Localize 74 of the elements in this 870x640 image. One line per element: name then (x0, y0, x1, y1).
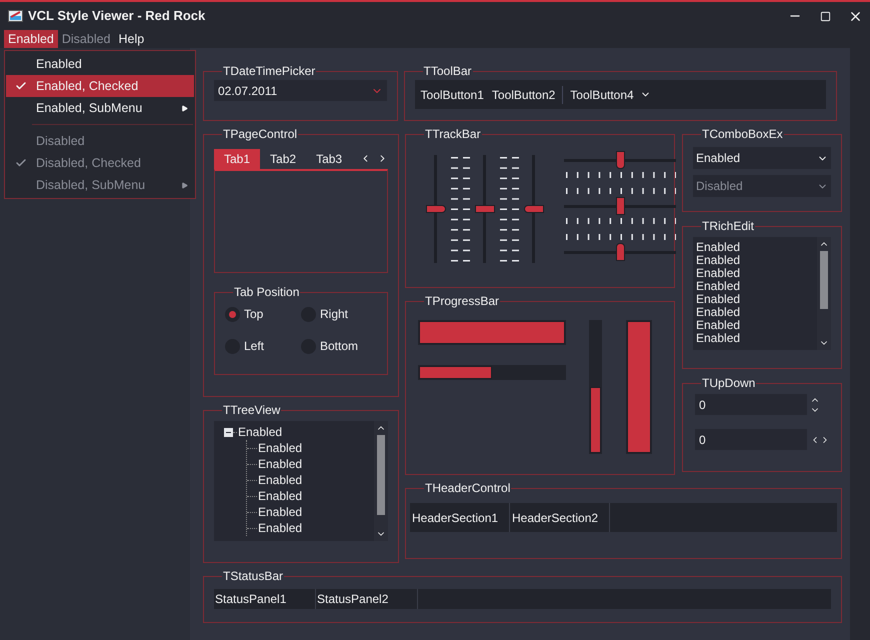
radio-button[interactable]: Left (225, 337, 301, 355)
tree-item[interactable]: Enabled (257, 503, 302, 521)
submenu-arrow-icon (181, 182, 188, 188)
text-line: Enabled (696, 306, 742, 319)
group-title: TTrackBar (424, 127, 482, 141)
check-icon (15, 80, 27, 92)
group-title: Tab Position (233, 285, 300, 299)
text-line: Enabled (696, 293, 742, 306)
group-title: TProgressBar (424, 294, 500, 308)
app-icon (8, 10, 23, 22)
tree-item[interactable]: Enabled (237, 423, 282, 441)
collapse-icon[interactable] (224, 428, 233, 436)
group-title: TUpDown (701, 376, 756, 390)
slider-thumb[interactable] (524, 205, 544, 213)
check-icon (15, 157, 27, 169)
menu-bar-item[interactable]: Help (114, 30, 148, 48)
tree-item[interactable]: Enabled (257, 455, 302, 473)
tab[interactable]: Tab1 (214, 149, 260, 169)
date-value: 02.07.2011 (218, 82, 278, 100)
vertical-slider[interactable] (475, 155, 495, 263)
group-title: TComboBoxEx (701, 127, 784, 141)
group-title: TRichEdit (701, 219, 756, 233)
tree-item[interactable]: Enabled (257, 487, 302, 505)
text-line: Enabled (696, 254, 742, 267)
toolbar-button[interactable]: ToolButton2 (488, 80, 560, 109)
group-title: TToolBar (422, 64, 473, 78)
group-title: TStatusBar (222, 569, 284, 583)
toolbar-button[interactable]: ToolButton1 (416, 80, 488, 109)
slider-thumb[interactable] (616, 243, 624, 261)
tree-item[interactable]: Enabled (257, 439, 302, 457)
vertical-slider[interactable] (524, 155, 544, 263)
radio-button[interactable]: Top (225, 305, 301, 323)
tree-item[interactable]: Enabled (257, 519, 302, 537)
slider-thumb[interactable] (475, 205, 495, 213)
menu-item[interactable]: Enabled, SubMenu (6, 97, 194, 119)
tab[interactable]: Tab3 (306, 149, 352, 169)
vertical-slider[interactable] (426, 155, 446, 263)
text-line: Enabled (696, 332, 742, 345)
horizontal-slider[interactable] (564, 197, 676, 215)
group-title: TDateTimePicker (222, 64, 316, 78)
number-field[interactable]: 0 (695, 429, 807, 450)
header-section[interactable]: HeaderSection1 (410, 503, 510, 532)
window-title: VCL Style Viewer - Red Rock (28, 7, 206, 26)
text-line: Enabled (696, 267, 742, 280)
slider-thumb[interactable] (426, 205, 446, 213)
group-title: TPageControl (222, 127, 298, 141)
toolbar-dropdown-button[interactable]: ToolButton4 (566, 80, 655, 109)
menu-item[interactable]: Enabled, Checked (6, 75, 194, 97)
number-field[interactable]: 0 (695, 394, 807, 415)
scrollbar[interactable] (374, 421, 388, 541)
tree-item[interactable]: Enabled (257, 471, 302, 489)
text-line: Enabled (696, 241, 742, 254)
group-title: TTreeView (222, 403, 282, 417)
rich-edit-field[interactable]: Enabled Enabled Enabled Enabled Enabled Enabled Enabled Enabled (693, 237, 831, 350)
submenu-arrow-icon (181, 104, 188, 112)
status-panel: StatusPanel1 (214, 589, 316, 609)
status-panel: StatusPanel2 (316, 589, 418, 609)
text-line: Enabled (696, 319, 742, 332)
maximize-icon (820, 10, 830, 22)
header-section[interactable]: HeaderSection2 (510, 503, 610, 532)
text-line: Enabled (696, 280, 742, 293)
slider-thumb[interactable] (616, 197, 624, 215)
radio-button[interactable]: Right (301, 305, 377, 323)
menu-bar-item[interactable]: Enabled (4, 30, 58, 48)
date-picker-field[interactable]: 02.07.2011 (214, 80, 387, 101)
group-title: THeaderControl (424, 481, 512, 495)
tab[interactable]: Tab2 (260, 149, 306, 169)
slider-thumb[interactable] (616, 151, 624, 169)
menu-item[interactable]: Enabled (6, 53, 194, 75)
scrollbar[interactable] (817, 237, 831, 350)
combo-box[interactable]: Enabled (693, 147, 831, 169)
horizontal-slider[interactable] (564, 151, 676, 169)
radio-button[interactable]: Bottom (301, 337, 377, 355)
horizontal-slider[interactable] (564, 243, 676, 261)
